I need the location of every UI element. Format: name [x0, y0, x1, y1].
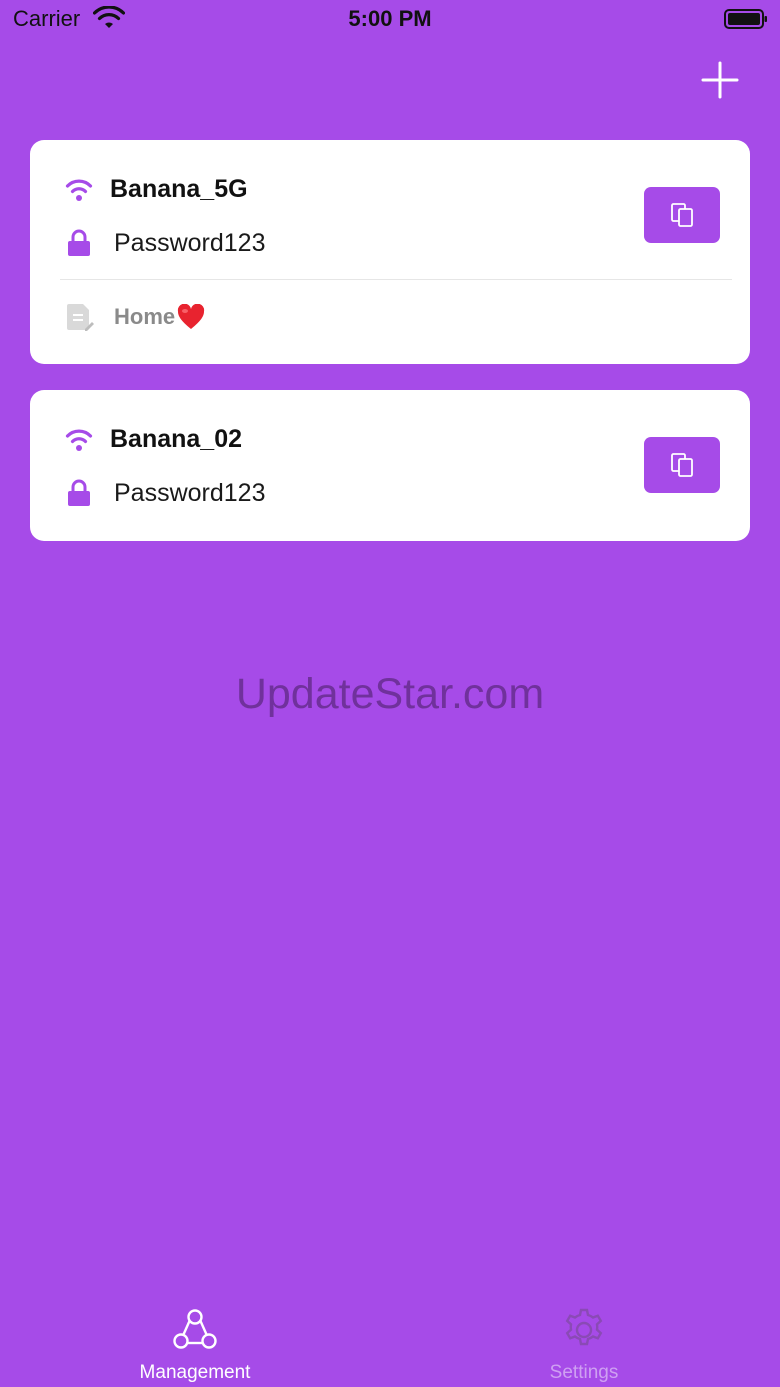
copy-icon: [671, 453, 693, 477]
wifi-icon: [65, 429, 93, 451]
wifi-icon: [65, 179, 93, 201]
status-time: 5:00 PM: [348, 6, 432, 31]
note-row: Home: [66, 300, 205, 334]
battery-icon: [724, 9, 767, 29]
heart-icon: [178, 304, 205, 329]
copy-password-button[interactable]: [644, 437, 720, 493]
network-card[interactable]: Banana_5G Password123 Home: [30, 140, 750, 364]
ssid-label: Banana_5G: [110, 174, 248, 203]
network-card[interactable]: Banana_02 Password123: [30, 390, 750, 541]
tab-label: Management: [139, 1362, 251, 1383]
tab-management[interactable]: Management: [65, 1290, 325, 1387]
ssid-row: Banana_02: [63, 424, 242, 454]
lock-icon: [68, 229, 90, 256]
tab-bar: Management Settings: [0, 1290, 780, 1387]
gear-icon: [565, 1308, 603, 1346]
watermark: UpdateStar.com: [235, 670, 545, 718]
share-nodes-icon: [173, 1309, 217, 1349]
note-icon: [67, 304, 94, 331]
ssid-label: Banana_02: [110, 424, 243, 453]
password-label: Password123: [114, 228, 266, 257]
password-row: Password123: [66, 226, 265, 260]
add-network-button[interactable]: [698, 58, 742, 102]
note-label: Home: [114, 304, 176, 329]
status-bar: Carrier 5:00 PM: [0, 0, 780, 40]
password-label: Password123: [114, 478, 266, 507]
lock-icon: [68, 479, 90, 506]
copy-icon: [671, 203, 693, 227]
tab-settings[interactable]: Settings: [454, 1290, 714, 1387]
password-row: Password123: [66, 476, 265, 510]
tab-label: Settings: [549, 1362, 619, 1383]
copy-password-button[interactable]: [644, 187, 720, 243]
card-divider: [60, 279, 732, 280]
ssid-row: Banana_5G: [63, 174, 248, 204]
